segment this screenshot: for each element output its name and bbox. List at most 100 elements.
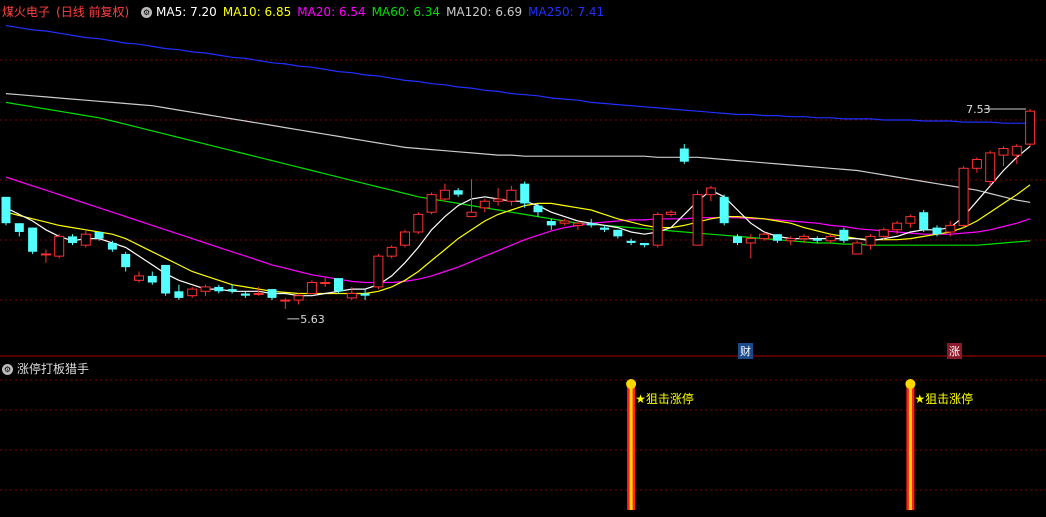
- candle-body: [360, 293, 370, 296]
- candle-body: [971, 158, 982, 169]
- candle-body: [386, 246, 397, 257]
- candle-body: [919, 212, 929, 230]
- signal-badge-icon: [905, 379, 916, 389]
- candle-body: [520, 183, 530, 204]
- candle-body: [267, 289, 277, 298]
- candle-body: [546, 221, 556, 226]
- candle-body: [306, 282, 317, 294]
- candle-body: [161, 264, 171, 294]
- candle-body: [666, 211, 676, 215]
- adjust-mode: (日线 前复权): [56, 5, 130, 19]
- candle-body: [493, 198, 504, 202]
- candle-body: [320, 282, 331, 285]
- signal-badge-icon: [626, 379, 637, 389]
- kline-chart[interactable]: 7.53 5.63 ★狙击涨停 ★狙击涨停: [0, 0, 1046, 517]
- candle-body: [679, 148, 689, 162]
- candle-body: [692, 194, 703, 246]
- candle-body: [652, 213, 663, 246]
- candle-body: [1025, 110, 1036, 145]
- candle-body: [559, 220, 570, 224]
- finance-marker[interactable]: 财: [738, 343, 753, 359]
- candle-body: [426, 194, 437, 213]
- ma120-line: [5, 93, 1031, 203]
- ma-legend-item: MA60: 6.34: [371, 5, 441, 19]
- ma-legend: MA5: 7.20 MA10: 6.85 MA20: 6.54 MA60: 6.34 M…: [156, 5, 610, 19]
- candle-body: [94, 231, 104, 239]
- candle-body: [40, 253, 51, 256]
- candle-body: [54, 235, 65, 257]
- candle-body: [985, 152, 996, 182]
- candle-body: [1, 196, 11, 224]
- candle-body: [572, 222, 583, 226]
- candle-body: [586, 223, 596, 226]
- candle-body: [1011, 145, 1022, 156]
- indicator-panel-header: ⚙ 涨停打板猎手: [2, 360, 89, 377]
- ma-legend-item: MA20: 6.54: [297, 5, 366, 19]
- candle-body: [466, 211, 477, 218]
- candle-body: [745, 238, 756, 244]
- candle-body: [14, 223, 24, 232]
- candle-body: [639, 242, 649, 246]
- candle-body: [785, 238, 796, 242]
- candle-body: [945, 224, 956, 233]
- signal-label: ★狙击涨停: [914, 391, 973, 406]
- low-price-label: 5.63: [300, 313, 325, 326]
- candle-body: [878, 229, 889, 237]
- candle-body: [373, 255, 384, 288]
- candle-body: [134, 275, 144, 281]
- candle-body: [174, 291, 184, 298]
- candle-body: [240, 293, 250, 296]
- signal-bar-core: [629, 385, 633, 510]
- candle-body: [439, 189, 450, 200]
- candle-body: [626, 240, 636, 243]
- high-price-label: 7.53: [966, 103, 991, 116]
- candle-body: [998, 148, 1009, 156]
- candle-body: [280, 299, 291, 302]
- ma-legend-item: MA5: 7.20: [156, 5, 217, 19]
- candle-body: [533, 205, 543, 213]
- settings-icon[interactable]: ⚙: [141, 7, 153, 18]
- candle-body: [107, 242, 117, 250]
- candle-body: [905, 216, 916, 224]
- candle-body: [227, 289, 237, 292]
- candle-body: [334, 278, 343, 292]
- indicator-name: 涨停打板猎手: [17, 362, 90, 376]
- ma5-line: [5, 145, 1031, 297]
- candle-body: [253, 292, 264, 295]
- candle-body: [187, 288, 198, 297]
- ma-legend-item: MA120: 6.69: [446, 5, 523, 19]
- price-panel-header: 煤火电子 (日线 前复权) ⚙ MA5: 7.20 MA10: 6.85 MA20: 6…: [2, 3, 616, 20]
- candle-body: [733, 236, 742, 243]
- candle-body: [68, 236, 77, 243]
- candle-body: [147, 275, 157, 283]
- candle-body: [839, 229, 849, 241]
- candle-body: [479, 200, 490, 209]
- ma-legend-item: MA250: 7.41: [528, 5, 605, 19]
- ma20-line: [5, 176, 1031, 284]
- signal-bar-core: [908, 385, 912, 510]
- candle-body: [865, 235, 876, 246]
- candle-body: [799, 235, 809, 240]
- candle-body: [346, 292, 357, 299]
- candle-body: [80, 233, 91, 246]
- candle-body: [121, 253, 131, 268]
- candle-body: [932, 227, 942, 235]
- candle-body: [892, 222, 903, 231]
- ma-legend-item: MA10: 6.85: [222, 5, 292, 19]
- candle-body: [825, 235, 836, 242]
- candle-body: [759, 233, 770, 240]
- candle-body: [705, 187, 716, 196]
- limit-up-marker[interactable]: 涨: [947, 343, 962, 359]
- signal-label: ★狙击涨停: [635, 391, 694, 406]
- stock-name: 煤火电子: [2, 5, 51, 19]
- settings-icon[interactable]: ⚙: [2, 364, 13, 375]
- candle-body: [772, 234, 782, 241]
- candle-body: [453, 190, 463, 195]
- candle-body: [214, 286, 224, 292]
- candle-body: [293, 295, 304, 301]
- candle-body: [413, 213, 424, 233]
- candle-body: [958, 167, 969, 226]
- candle-body: [812, 238, 822, 241]
- candle-body: [200, 286, 211, 292]
- candle-body: [852, 242, 863, 255]
